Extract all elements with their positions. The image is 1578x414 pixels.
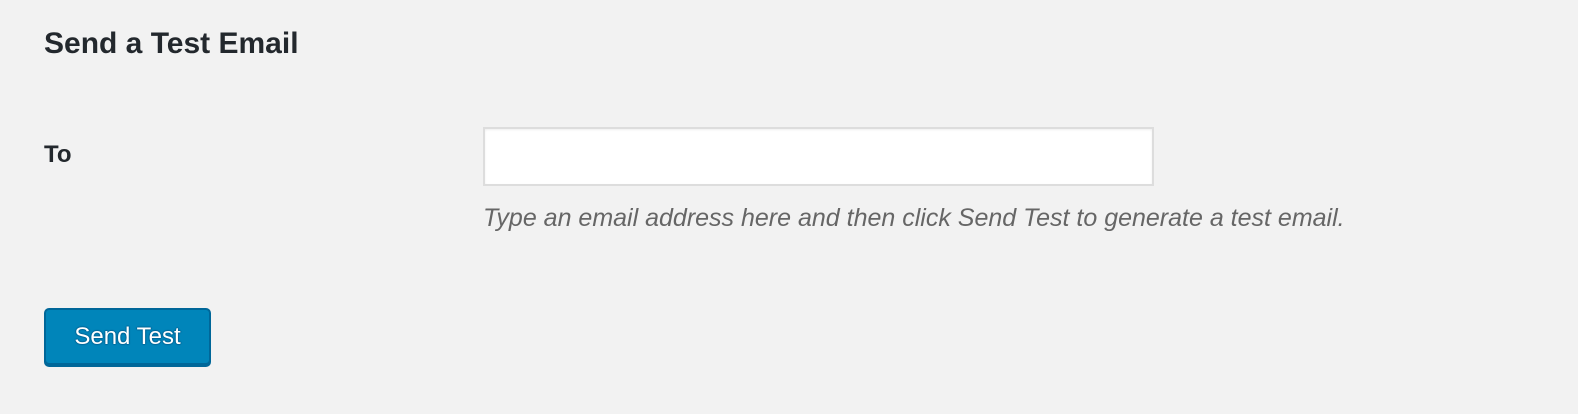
to-field-row: To Type an email address here and then c…: [0, 0, 1578, 260]
to-email-input[interactable]: [483, 127, 1154, 186]
to-field-label: To: [44, 141, 72, 168]
send-test-button[interactable]: Send Test: [44, 308, 211, 365]
to-field-description: Type an email address here and then clic…: [483, 204, 1345, 232]
send-test-email-panel: Send a Test Email To Type an email addre…: [0, 0, 1578, 414]
